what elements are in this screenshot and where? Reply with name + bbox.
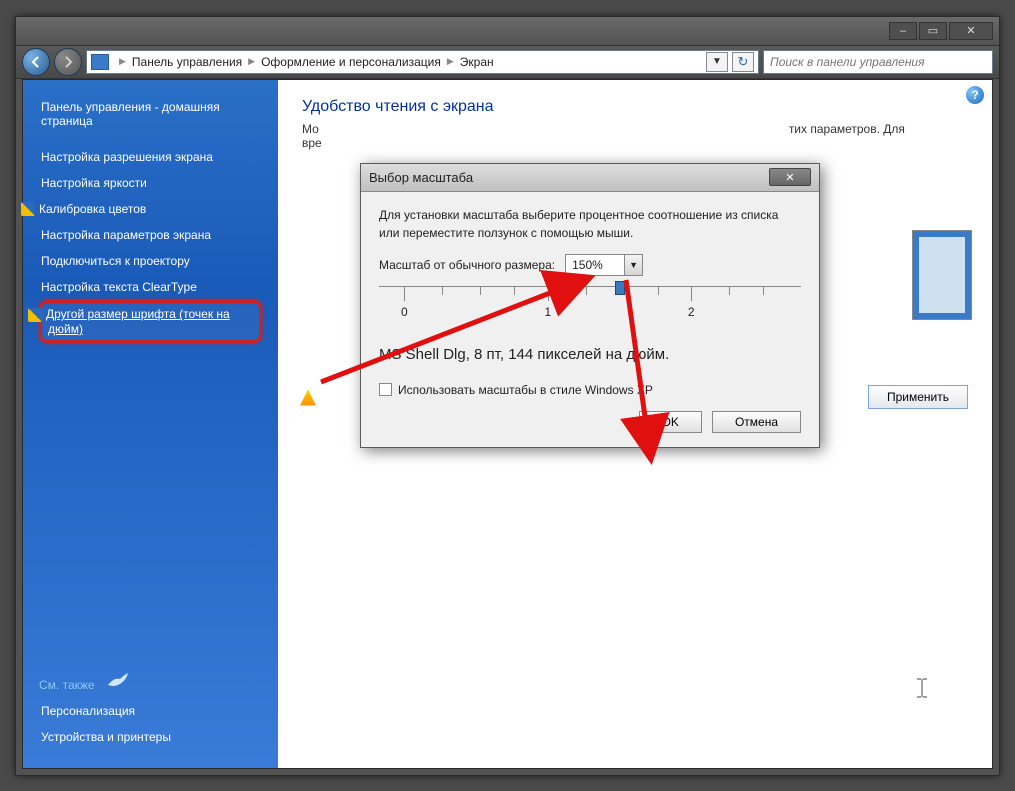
ruler-label: 1 xyxy=(544,305,551,319)
desc-fragment: Мо xyxy=(302,122,319,136)
apply-button[interactable]: Применить xyxy=(868,385,968,409)
sidebar-item-dpi[interactable]: Другой размер шрифта (точек на дюйм) xyxy=(39,300,262,343)
maximize-button[interactable]: ▭ xyxy=(919,22,947,40)
back-button[interactable] xyxy=(22,48,50,76)
sidebar-bottom: См. также Персонализация Устройства и пр… xyxy=(39,671,262,750)
scale-ruler[interactable]: 0 1 2 xyxy=(379,286,801,332)
titlebar: – ▭ ✕ xyxy=(16,17,999,45)
preview-monitor-icon xyxy=(912,230,972,320)
breadcrumb-sep: ▶ xyxy=(115,56,130,67)
scale-row: Масштаб от обычного размера: 150% ▼ xyxy=(379,254,801,276)
forward-button[interactable] xyxy=(54,48,82,76)
sidebar-home[interactable]: Панель управления - домашняя страница xyxy=(39,94,262,134)
checkbox-label: Использовать масштабы в стиле Windows XP xyxy=(398,383,653,397)
desc-fragment: тих параметров. Для xyxy=(789,122,905,136)
dialog-titlebar: Выбор масштаба ✕ xyxy=(361,164,819,192)
shield-icon xyxy=(28,308,42,322)
dropdown-button[interactable]: ▼ xyxy=(706,52,728,72)
see-also-text: См. также xyxy=(39,678,95,692)
warning-icon xyxy=(300,390,316,406)
ruler-label: 2 xyxy=(688,305,695,319)
sidebar-item-display-settings[interactable]: Настройка параметров экрана xyxy=(39,222,262,248)
xp-style-checkbox[interactable] xyxy=(379,383,392,396)
control-panel-icon xyxy=(91,54,109,70)
shield-icon xyxy=(21,202,35,216)
breadcrumb-part[interactable]: Панель управления xyxy=(130,55,244,69)
explorer-window: – ▭ ✕ ▶ Панель управления ▶ Оформление и… xyxy=(15,16,1000,776)
see-also-devices[interactable]: Устройства и принтеры xyxy=(39,724,262,750)
breadcrumb-part[interactable]: Оформление и персонализация xyxy=(259,55,443,69)
help-icon[interactable]: ? xyxy=(966,86,984,104)
text-cursor-icon xyxy=(916,678,928,698)
close-button[interactable]: ✕ xyxy=(949,22,993,40)
nav-toolbar: ▶ Панель управления ▶ Оформление и персо… xyxy=(16,45,999,79)
dialog-buttons: OK Отмена xyxy=(379,411,801,433)
scale-select[interactable]: 150% ▼ xyxy=(565,254,643,276)
sidebar-item-cleartype[interactable]: Настройка текста ClearType xyxy=(39,274,262,300)
breadcrumb-part[interactable]: Экран xyxy=(458,55,496,69)
search-input[interactable] xyxy=(763,50,993,74)
dropdown-arrow-icon[interactable]: ▼ xyxy=(624,255,642,275)
dialog-body: Для установки масштаба выберите процентн… xyxy=(361,192,819,447)
breadcrumb[interactable]: ▶ Панель управления ▶ Оформление и персо… xyxy=(86,50,759,74)
refresh-button[interactable]: ↻ xyxy=(732,52,754,72)
scale-dialog: Выбор масштаба ✕ Для установки масштаба … xyxy=(360,163,820,448)
dialog-title-text: Выбор масштаба xyxy=(369,170,473,185)
ruler-pointer[interactable] xyxy=(615,281,625,295)
see-also-label: См. также xyxy=(39,671,262,698)
page-heading: Удобство чтения с экрана xyxy=(302,98,968,116)
sidebar-item-resolution[interactable]: Настройка разрешения экрана xyxy=(39,144,262,170)
breadcrumb-sep: ▶ xyxy=(443,56,458,67)
breadcrumb-sep: ▶ xyxy=(244,56,259,67)
desc-fragment: вре xyxy=(302,136,322,150)
dialog-close-button[interactable]: ✕ xyxy=(769,168,811,186)
see-also-personalization[interactable]: Персонализация xyxy=(39,698,262,724)
cancel-button[interactable]: Отмена xyxy=(712,411,801,433)
sidebar-item-label: Другой размер шрифта (точек на дюйм) xyxy=(46,307,230,336)
dialog-instruction: Для установки масштаба выберите процентн… xyxy=(379,206,801,242)
sidebar-item-calibration[interactable]: Калибровка цветов xyxy=(39,196,262,223)
sidebar-item-brightness[interactable]: Настройка яркости xyxy=(39,170,262,196)
checkbox-row: Использовать масштабы в стиле Windows XP xyxy=(379,383,801,397)
sidebar: Панель управления - домашняя страница На… xyxy=(23,80,278,768)
sidebar-item-projector[interactable]: Подключиться к проектору xyxy=(39,248,262,274)
minimize-button[interactable]: – xyxy=(889,22,917,40)
sidebar-item-label: Калибровка цветов xyxy=(39,202,146,216)
sample-text: MS Shell Dlg, 8 пт, 144 пикселей на дюйм… xyxy=(379,346,801,363)
scale-value: 150% xyxy=(566,258,624,272)
bird-icon xyxy=(106,671,130,689)
ruler-label: 0 xyxy=(401,305,408,319)
scale-label: Масштаб от обычного размера: xyxy=(379,258,555,272)
ok-button[interactable]: OK xyxy=(639,411,702,433)
